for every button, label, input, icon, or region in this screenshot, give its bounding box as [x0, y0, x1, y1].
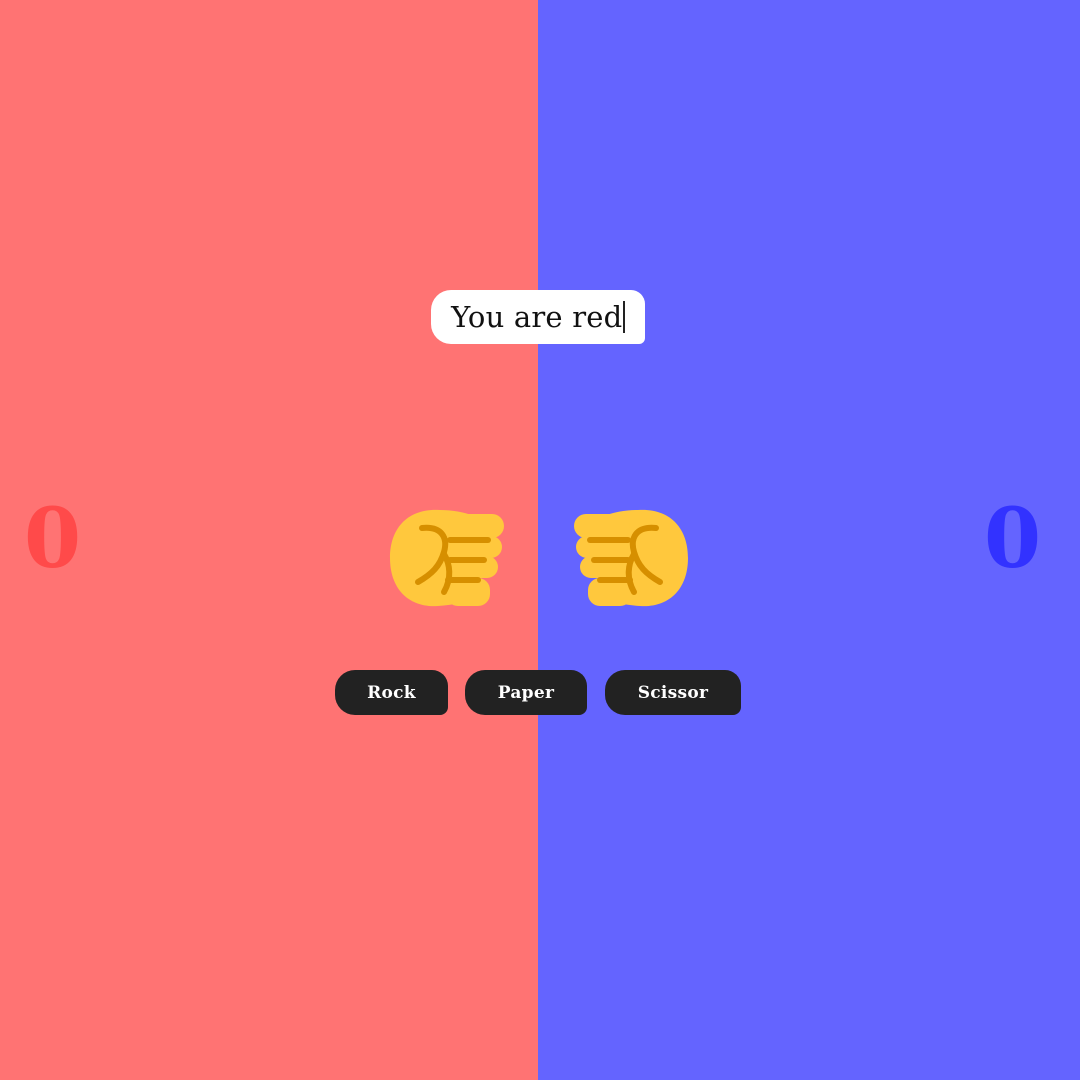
status-message-box: You are red — [431, 290, 645, 344]
text-caret — [623, 301, 625, 333]
fist-left-icon — [572, 506, 690, 612]
scissor-button[interactable]: Scissor — [605, 670, 741, 715]
red-score: 0 — [24, 491, 82, 587]
paper-button[interactable]: Paper — [465, 670, 587, 715]
status-message: You are red — [451, 300, 623, 334]
blue-score: 0 — [984, 491, 1042, 587]
fist-right-icon — [388, 506, 506, 612]
rock-button[interactable]: Rock — [335, 670, 448, 715]
move-controls: Rock Paper Scissor — [0, 670, 1080, 715]
